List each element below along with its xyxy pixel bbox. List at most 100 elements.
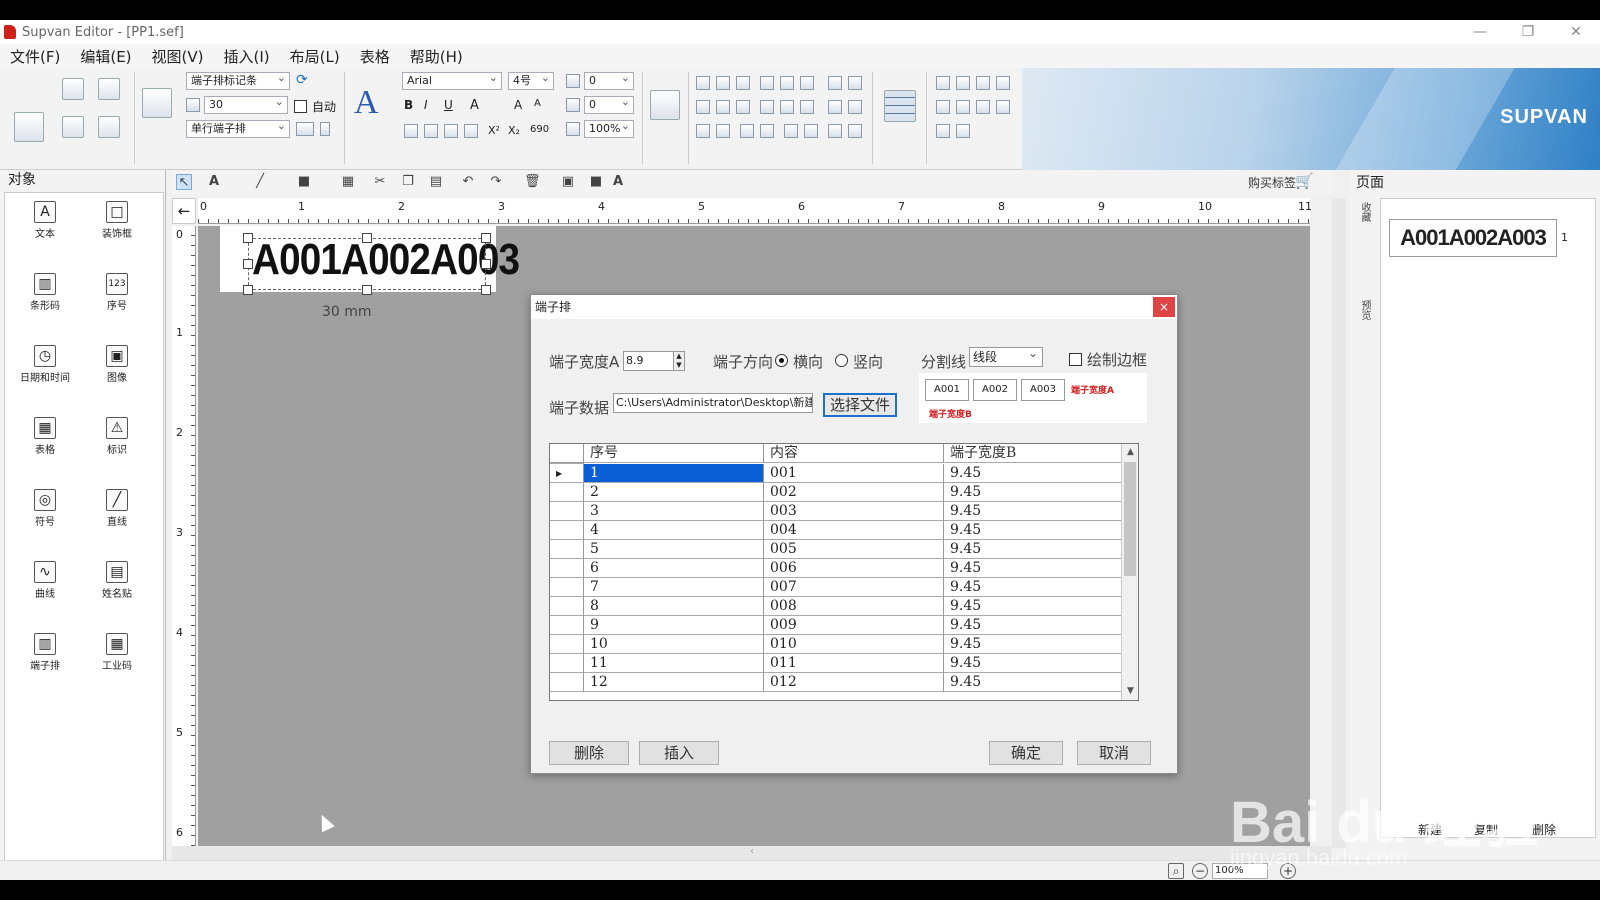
row-indicator[interactable] — [550, 616, 584, 635]
properties-icon[interactable]: ▣ — [560, 174, 576, 190]
object-curve-button[interactable]: ∿ 曲线 — [9, 555, 81, 615]
object-barcode-button[interactable]: ▥ 条形码 — [9, 267, 81, 327]
object-text-button[interactable]: A 文本 — [9, 195, 81, 255]
table-row[interactable]: 2 002 9.45 — [550, 483, 1122, 502]
align-bottom-icon[interactable] — [736, 76, 750, 90]
lock-icon[interactable] — [828, 124, 842, 138]
copy-icon[interactable]: ❐ — [400, 174, 416, 190]
table-op-6-icon[interactable] — [956, 100, 970, 114]
align-top-icon[interactable] — [696, 76, 710, 90]
italic-icon[interactable]: I — [424, 98, 438, 112]
cell-width-b[interactable]: 9.45 — [944, 597, 1122, 616]
layout-select[interactable]: 单行端子排 — [186, 118, 290, 138]
column-header-width-b[interactable]: 端子宽度B — [944, 444, 1122, 463]
align-page-right-icon[interactable] — [800, 100, 814, 114]
row-indicator[interactable] — [550, 597, 584, 616]
delete-icon[interactable]: 🗑 — [524, 174, 541, 190]
dialog-close-button[interactable]: × — [1153, 297, 1175, 317]
row-indicator[interactable] — [550, 502, 584, 521]
favorites-tab[interactable]: 收藏 — [1352, 202, 1372, 222]
record-select[interactable]: 端子排标记条 — [186, 70, 290, 90]
same-width-icon[interactable] — [740, 124, 754, 138]
width-a-spinner[interactable]: ▲ ▼ — [673, 351, 685, 371]
preview-tab[interactable]: 预览 — [1352, 300, 1372, 320]
scroll-down-icon[interactable]: ▼ — [1122, 683, 1138, 700]
object-line-button[interactable]: ╱ 直线 — [81, 483, 153, 543]
vertical-radio[interactable] — [835, 354, 848, 367]
table-insert-icon[interactable] — [884, 90, 916, 122]
unlock-icon[interactable] — [848, 124, 862, 138]
object-table-button[interactable]: ▦ 表格 — [9, 411, 81, 471]
table-op-7-icon[interactable] — [976, 100, 990, 114]
align-right-obj-icon[interactable] — [736, 100, 750, 114]
table-op-3-icon[interactable] — [976, 76, 990, 90]
table-row[interactable]: 3 003 9.45 — [550, 502, 1122, 521]
canvas-vertical-scrollbar[interactable] — [1332, 198, 1346, 848]
cell-content[interactable]: 005 — [764, 540, 944, 559]
table-row[interactable]: 12 012 9.45 — [550, 673, 1122, 692]
resize-handle[interactable] — [481, 285, 491, 295]
subscript-icon[interactable]: X₂ — [508, 124, 522, 138]
terminal-data-grid[interactable]: 序号 内容 端子宽度B ▶ 1 001 9.45 2 002 9.45 3 003 9.45 4 00… — [549, 443, 1139, 701]
table-row[interactable]: 10 010 9.45 — [550, 635, 1122, 654]
table-row[interactable]: 4 004 9.45 — [550, 521, 1122, 540]
size-input[interactable]: 30 — [204, 94, 288, 114]
cell-index[interactable]: 4 — [584, 521, 764, 540]
text-format-icon[interactable]: A — [610, 174, 626, 190]
cell-width-b[interactable]: 9.45 — [944, 483, 1122, 502]
distribute-h-icon[interactable] — [828, 76, 842, 90]
cell-index[interactable]: 11 — [584, 654, 764, 673]
line-spacing-input[interactable]: 0 — [584, 94, 634, 114]
align-page-bottom-icon[interactable] — [800, 76, 814, 90]
shrink-font-icon[interactable]: A — [534, 98, 548, 112]
column-header-index[interactable]: 序号 — [584, 444, 764, 463]
cell-index[interactable]: 5 — [584, 540, 764, 559]
char-spacing-input[interactable]: 0 — [584, 70, 634, 90]
object-name-tag-button[interactable]: ▤ 姓名贴 — [81, 555, 153, 615]
cell-width-b[interactable]: 9.45 — [944, 540, 1122, 559]
cell-width-b[interactable]: 9.45 — [944, 464, 1122, 483]
paste-icon[interactable]: ▤ — [428, 174, 444, 190]
data-import-icon[interactable] — [650, 90, 680, 120]
row-indicator[interactable]: ▶ — [550, 464, 584, 483]
table-op-1-icon[interactable] — [936, 76, 950, 90]
scale-select[interactable]: 100% — [584, 118, 634, 138]
select-file-button[interactable]: 选择文件 — [823, 393, 897, 417]
table-op-8-icon[interactable] — [996, 100, 1010, 114]
resize-handle[interactable] — [481, 259, 491, 269]
object-serial-button[interactable]: 123 序号 — [81, 267, 153, 327]
data-file-path[interactable]: C:\Users\Administrator\Desktop\新建文 — [613, 393, 813, 413]
table-row[interactable]: 11 011 9.45 — [550, 654, 1122, 673]
cell-index[interactable]: 3 — [584, 502, 764, 521]
align-page-left-icon[interactable] — [760, 100, 774, 114]
text-draw-icon[interactable]: A — [206, 174, 222, 190]
menu-view[interactable]: 视图(V) — [152, 46, 204, 67]
grid-scrollbar[interactable]: ▲ ▼ — [1121, 444, 1138, 700]
cart-icon[interactable]: 🛒 — [1295, 172, 1314, 190]
open-file-icon[interactable] — [98, 78, 120, 100]
text-style-icon[interactable]: A — [354, 84, 379, 122]
minimize-button[interactable]: — — [1456, 20, 1504, 44]
row-indicator[interactable] — [550, 654, 584, 673]
menu-help[interactable]: 帮助(H) — [410, 46, 463, 67]
cell-content[interactable]: 009 — [764, 616, 944, 635]
cell-content[interactable]: 006 — [764, 559, 944, 578]
line-draw-icon[interactable]: ╱ — [252, 174, 268, 190]
menu-file[interactable]: 文件(F) — [10, 46, 60, 67]
cell-index[interactable]: 12 — [584, 673, 764, 692]
object-terminal-button[interactable]: ▥ 端子排 — [9, 627, 81, 687]
grow-font-icon[interactable]: A — [514, 98, 528, 112]
underline-icon[interactable]: U — [444, 98, 458, 112]
refresh-icon[interactable]: ⟳ — [296, 73, 310, 88]
buy-labels-link[interactable]: 购买标签 — [1248, 174, 1296, 191]
resize-handle[interactable] — [243, 233, 253, 243]
cell-index[interactable]: 10 — [584, 635, 764, 654]
row-indicator[interactable] — [550, 483, 584, 502]
cell-width-b[interactable]: 9.45 — [944, 578, 1122, 597]
column-header-content[interactable]: 内容 — [764, 444, 944, 463]
align-center-icon[interactable] — [424, 124, 438, 138]
resize-handle[interactable] — [481, 233, 491, 243]
align-left-icon[interactable] — [404, 124, 418, 138]
cell-width-b[interactable]: 9.45 — [944, 616, 1122, 635]
menu-insert[interactable]: 插入(I) — [224, 46, 270, 67]
